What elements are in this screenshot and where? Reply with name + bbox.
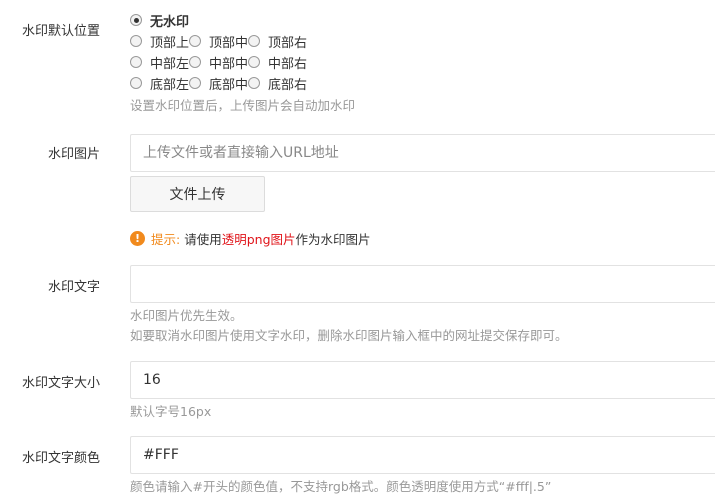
radio-bottom-center[interactable]: 底部中 [189,74,248,93]
radio-label: 底部右 [268,77,308,93]
file-upload-button[interactable]: 文件上传 [130,176,265,212]
radio-unchecked-icon [130,56,142,68]
radio-unchecked-icon [189,77,202,89]
radio-no-watermark[interactable]: 无水印 [130,11,189,30]
tip-label: 提示: [151,231,181,247]
position-row-top: 顶部上 顶部中 顶部右 [130,31,307,51]
tip-text-after: 作为水印图片 [295,231,371,247]
radio-checked-icon [130,14,142,26]
watermark-size-help: 默认字号16px [130,404,212,419]
watermark-image-url-input[interactable] [130,134,715,172]
radio-label: 中部右 [268,56,308,72]
radio-unchecked-icon [130,35,142,47]
radio-bottom-left[interactable]: 底部左 [130,74,189,93]
watermark-size-input[interactable] [130,361,715,399]
watermark-color-input[interactable] [130,436,715,474]
watermark-text-input[interactable] [130,265,715,303]
radio-label: 底部中 [209,77,249,93]
watermark-color-label: 水印文字颜色 [21,451,100,466]
radio-label: 中部中 [209,56,249,72]
watermark-text-help-2: 如要取消水印图片使用文字水印，删除水印图片输入框中的网址提交保存即可。 [130,328,568,343]
radio-middle-left[interactable]: 中部左 [130,53,189,72]
radio-label: 底部左 [150,77,190,93]
watermark-position-label: 水印默认位置 [21,24,100,39]
radio-label: 顶部上 [150,35,190,51]
radio-unchecked-icon [248,77,261,89]
radio-unchecked-icon [189,56,202,68]
radio-unchecked-icon [189,35,202,47]
watermark-image-label: 水印图片 [47,147,100,162]
radio-label: 顶部中 [209,35,249,51]
radio-bottom-right[interactable]: 底部右 [248,74,307,93]
watermark-size-label: 水印文字大小 [21,376,100,391]
radio-middle-right[interactable]: 中部右 [248,53,307,72]
radio-label: 顶部右 [268,35,308,51]
tip-text-before: 请使用 [184,231,222,247]
radio-top-left[interactable]: 顶部上 [130,32,189,51]
radio-unchecked-icon [248,56,261,68]
watermark-color-help: 颜色请输入#开头的颜色值，不支持rgb格式。颜色透明度使用方式“#fff|.5” [130,479,552,494]
radio-top-center[interactable]: 顶部中 [189,32,248,51]
position-row-bottom: 底部左 底部中 底部右 [130,73,307,93]
radio-label: 无水印 [150,14,190,30]
position-row-middle: 中部左 中部中 中部右 [130,52,307,72]
position-row-none: 无水印 [130,10,189,30]
tip-highlight: 透明png图片 [221,231,296,247]
watermark-text-label: 水印文字 [47,280,100,295]
radio-middle-center[interactable]: 中部中 [189,53,248,72]
radio-unchecked-icon [130,77,142,89]
watermark-text-help-1: 水印图片优先生效。 [130,308,243,323]
position-help-text: 设置水印位置后，上传图片会自动加水印 [130,98,356,113]
radio-unchecked-icon [248,35,261,47]
exclamation-icon: ! [130,230,145,246]
radio-label: 中部左 [150,56,190,72]
radio-top-right[interactable]: 顶部右 [248,32,307,51]
watermark-image-tip: ! 提示: 请使用 透明png图片 作为水印图片 [130,229,371,247]
